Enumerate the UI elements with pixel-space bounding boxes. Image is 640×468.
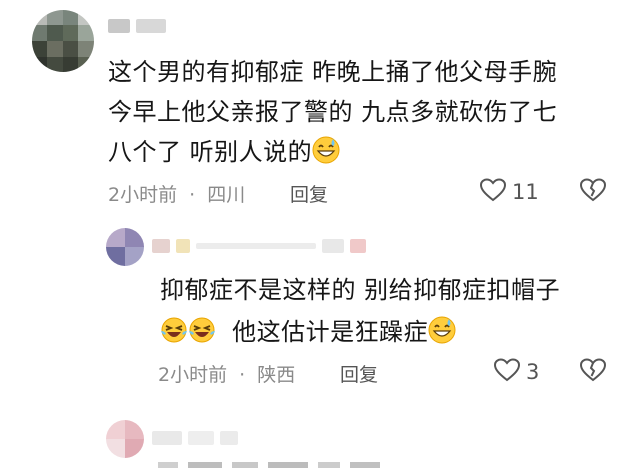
avatar[interactable] <box>32 10 94 72</box>
comment-text: 这个男的有抑郁症 昨晚上捅了他父母手腕 今早上他父亲报了警的 九点多就砍伤了七 … <box>108 52 557 176</box>
reply-meta: 2小时前 · 陕西 <box>158 360 295 387</box>
comment-meta: 2小时前 · 四川 <box>108 180 245 207</box>
username-blurred[interactable] <box>152 238 372 257</box>
reply-line-2: 他这估计是狂躁症 <box>160 312 560 356</box>
laughing-tears-emoji <box>188 316 216 356</box>
broken-heart-icon <box>579 358 607 386</box>
dislike-button[interactable] <box>579 178 607 206</box>
like-count: 11 <box>512 180 539 204</box>
avatar[interactable] <box>106 420 144 458</box>
reply-button[interactable]: 回复 <box>340 360 378 387</box>
like-button[interactable]: 3 <box>493 358 540 386</box>
reply-text: 抑郁症不是这样的 别给抑郁症扣帽子 他这估计是狂躁症 <box>160 270 560 356</box>
time-text: 2小时前 <box>158 364 228 386</box>
location-text: 四川 <box>207 184 246 206</box>
grinning-sweat-emoji <box>312 136 340 176</box>
heart-outline-icon <box>493 358 521 386</box>
separator: · <box>189 184 196 206</box>
broken-heart-icon <box>579 178 607 206</box>
separator: · <box>239 364 246 386</box>
grinning-sweat-emoji <box>428 316 456 356</box>
location-text: 陕西 <box>257 364 296 386</box>
comment-text-cutoff <box>158 462 458 468</box>
laughing-tears-emoji <box>160 316 188 356</box>
dislike-button[interactable] <box>579 358 607 386</box>
reply-line-2-text: 他这估计是狂躁症 <box>232 318 429 346</box>
comment-line-1: 这个男的有抑郁症 昨晚上捅了他父母手腕 <box>108 58 558 86</box>
username-blurred[interactable] <box>108 18 172 37</box>
reply-line-1: 抑郁症不是这样的 别给抑郁症扣帽子 <box>160 276 561 304</box>
reply-button[interactable]: 回复 <box>290 180 328 207</box>
avatar[interactable] <box>106 228 144 266</box>
comment-line-2: 今早上他父亲报了警的 九点多就砍伤了七 <box>108 98 558 126</box>
comment-line-3: 八个了 听别人说的 <box>108 132 557 176</box>
like-button[interactable]: 11 <box>479 178 539 206</box>
username-blurred[interactable] <box>152 430 244 449</box>
time-text: 2小时前 <box>108 184 178 206</box>
heart-outline-icon <box>479 178 507 206</box>
like-count: 3 <box>526 360 540 384</box>
